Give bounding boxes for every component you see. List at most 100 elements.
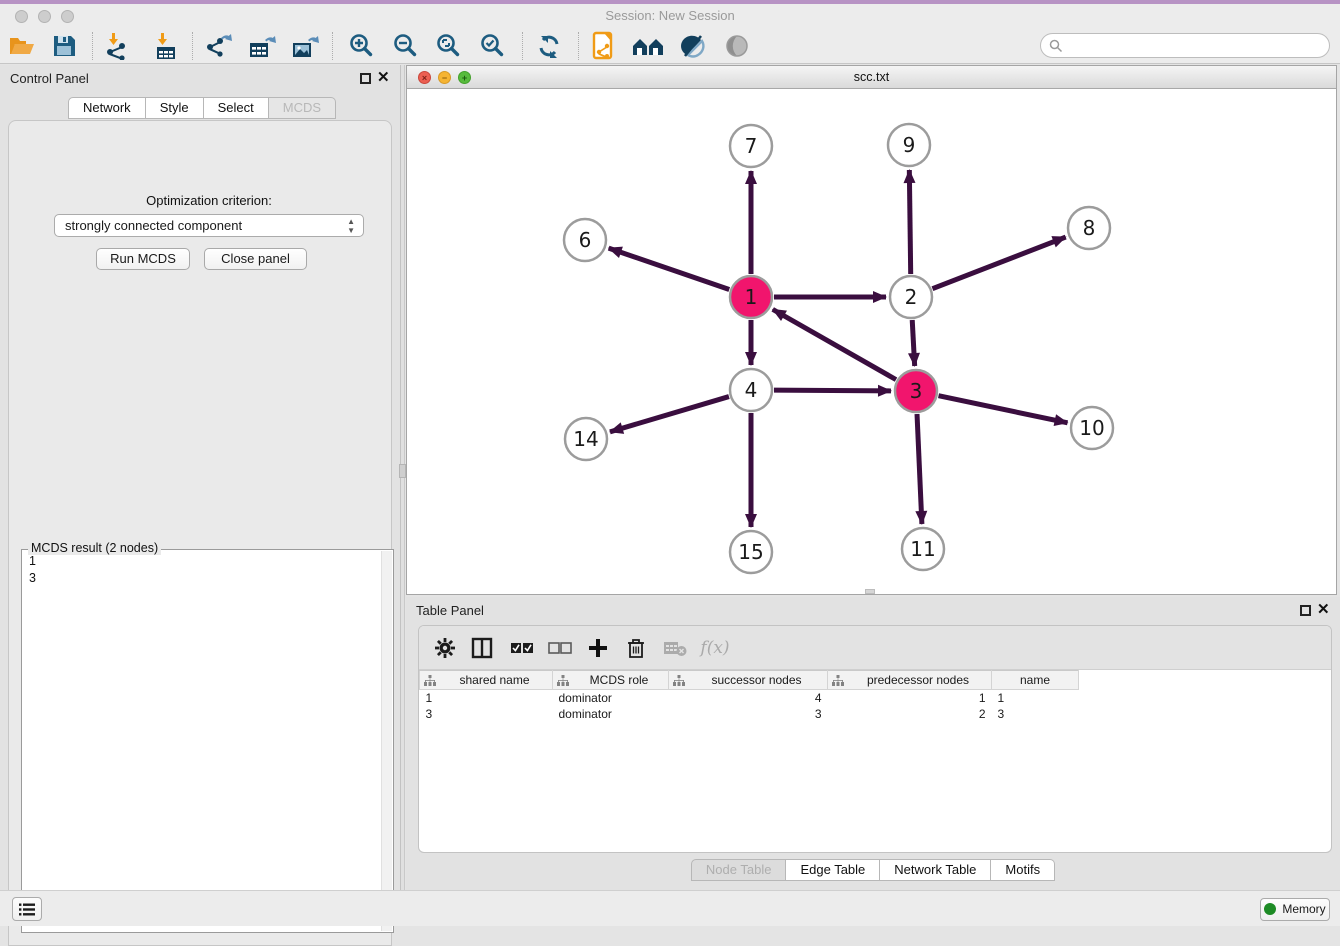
refresh-layout-icon[interactable] [533,31,565,61]
result-scrollbar[interactable] [381,551,392,931]
tab-edge-table[interactable]: Edge Table [786,859,880,881]
close-window-icon[interactable] [15,10,28,23]
cell-name[interactable]: 3 [992,706,1079,722]
hierarchy-icon [424,675,436,686]
app-title: Session: New Session [0,4,1340,28]
node-label: 11 [910,537,935,561]
status-bar: Memory [0,890,1340,926]
edge-2-8[interactable] [932,237,1065,289]
new-network-from-selection-icon[interactable] [588,31,620,61]
tab-mcds[interactable]: MCDS [269,97,336,119]
node-11[interactable]: 11 [902,528,944,570]
network-view-title: scc.txt [407,66,1336,88]
select-all-icon[interactable] [507,633,537,663]
export-table-icon[interactable] [246,31,278,61]
cell-mcds-role[interactable]: dominator [553,690,669,706]
network-table-splitter-handle[interactable] [865,589,875,594]
node-8[interactable]: 8 [1068,207,1110,249]
panel-splitter-handle[interactable] [399,464,406,478]
list-menu-button[interactable] [12,897,42,921]
delete-column-icon[interactable] [659,633,691,663]
open-session-icon[interactable] [6,31,38,61]
node-2[interactable]: 2 [890,276,932,318]
close-panel-icon[interactable]: ✕ [377,69,390,87]
edge-2-3[interactable] [912,320,914,366]
float-table-panel-icon[interactable] [1300,605,1311,616]
close-panel-button[interactable]: Close panel [204,248,307,270]
minimize-view-icon[interactable]: − [438,71,451,84]
search-field[interactable] [1040,33,1330,58]
gear-icon[interactable] [431,633,459,663]
zoom-selected-icon[interactable] [477,31,509,61]
column-header[interactable]: successor nodes [669,671,828,690]
first-neighbors-icon[interactable] [632,31,664,61]
column-header[interactable]: predecessor nodes [828,671,992,690]
node-label: 2 [905,285,918,309]
trash-icon[interactable] [621,633,651,663]
run-mcds-button[interactable]: Run MCDS [96,248,190,270]
minimize-window-icon[interactable] [38,10,51,23]
table-row[interactable]: 1 dominator 4 1 1 [420,690,1079,706]
edge-4-3[interactable] [774,390,891,391]
zoom-in-icon[interactable] [346,31,378,61]
cell-shared-name[interactable]: 1 [420,690,553,706]
columns-icon[interactable] [467,633,497,663]
optimization-criterion-select[interactable]: strongly connected component ▲▼ [54,214,364,237]
maximize-window-icon[interactable] [61,10,74,23]
memory-button[interactable]: Memory [1260,898,1330,921]
search-input[interactable] [1063,38,1329,54]
node-15[interactable]: 15 [730,531,772,573]
zoom-out-icon[interactable] [390,31,422,61]
network-window-titlebar[interactable]: × − + scc.txt [407,66,1336,89]
tab-select[interactable]: Select [204,97,269,119]
import-network-icon[interactable] [101,31,133,61]
show-graphics-details-icon[interactable] [676,31,708,61]
node-9[interactable]: 9 [888,124,930,166]
edge-3-1[interactable] [773,309,896,379]
tab-network-table[interactable]: Network Table [880,859,991,881]
zoom-fit-icon[interactable] [433,31,465,61]
network-canvas[interactable]: 7 9 6 8 1 2 4 3 14 10 15 11 [407,89,1336,594]
tab-node-table[interactable]: Node Table [691,859,787,881]
cell-mcds-role[interactable]: dominator [553,706,669,722]
node-7[interactable]: 7 [730,125,772,167]
add-icon[interactable] [583,633,613,663]
node-4[interactable]: 4 [730,369,772,411]
close-table-panel-icon[interactable]: ✕ [1317,601,1330,619]
export-image-icon[interactable] [289,31,321,61]
edge-4-14[interactable] [610,397,729,432]
save-session-icon[interactable] [48,31,80,61]
export-network-icon[interactable] [202,31,234,61]
cell-name[interactable]: 1 [992,690,1079,706]
table-row[interactable]: 3 dominator 3 2 3 [420,706,1079,722]
tab-style[interactable]: Style [146,97,204,119]
birds-eye-view-icon[interactable] [721,31,753,61]
node-1[interactable]: 1 [730,276,772,318]
cell-successor-nodes[interactable]: 3 [669,706,828,722]
edge-2-9[interactable] [909,170,910,274]
cell-predecessor-nodes[interactable]: 2 [828,706,992,722]
cell-shared-name[interactable]: 3 [420,706,553,722]
mcds-result-text[interactable]: 1 3 [22,550,393,590]
tab-motifs[interactable]: Motifs [991,859,1055,881]
table-panel-title: Table Panel [416,603,484,618]
column-header[interactable]: MCDS role [553,671,669,690]
node-6[interactable]: 6 [564,219,606,261]
float-panel-icon[interactable] [360,73,371,84]
close-view-icon[interactable]: × [418,71,431,84]
function-icon[interactable]: f(x) [697,633,733,663]
edge-3-11[interactable] [917,414,922,524]
cell-successor-nodes[interactable]: 4 [669,690,828,706]
import-table-icon[interactable] [150,31,182,61]
node-14[interactable]: 14 [565,418,607,460]
column-header[interactable]: shared name [420,671,553,690]
node-10[interactable]: 10 [1071,407,1113,449]
deselect-all-icon[interactable] [545,633,575,663]
cell-predecessor-nodes[interactable]: 1 [828,690,992,706]
maximize-view-icon[interactable]: + [458,71,471,84]
column-header[interactable]: name [992,671,1079,690]
node-3[interactable]: 3 [895,370,937,412]
tab-network[interactable]: Network [68,97,146,119]
edge-3-10[interactable] [939,396,1068,423]
edge-1-6[interactable] [609,248,730,289]
